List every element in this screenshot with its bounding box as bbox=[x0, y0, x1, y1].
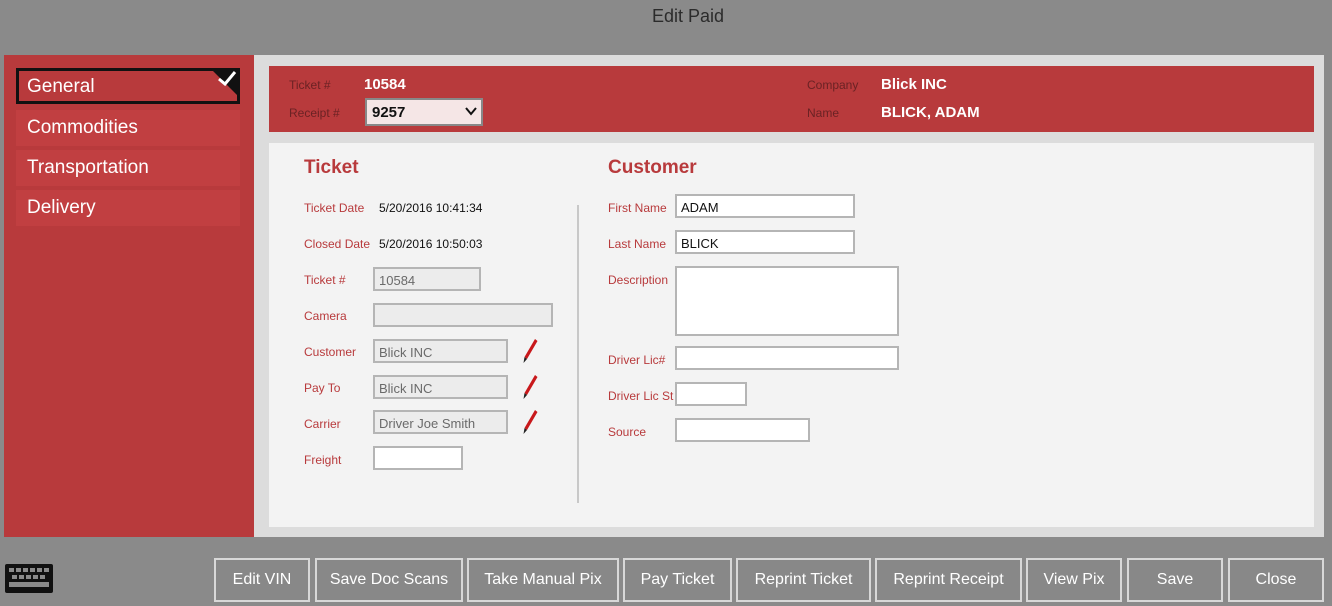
ticket-number-value: 10584 bbox=[364, 76, 406, 93]
closed-date-value: 5/20/2016 10:50:03 bbox=[379, 237, 483, 251]
customer-field: Blick INC bbox=[373, 339, 508, 363]
camera-label: Camera bbox=[304, 309, 347, 323]
reprint-ticket-button[interactable]: Reprint Ticket bbox=[736, 558, 871, 602]
sidebar-item-transportation[interactable]: Transportation bbox=[16, 150, 240, 186]
window-title: Edit Paid bbox=[651, 6, 725, 26]
ticket-header: Ticket # 10584 Receipt # 9257 Company Bl… bbox=[269, 66, 1314, 132]
source-field[interactable] bbox=[675, 418, 810, 442]
keyboard-icon[interactable] bbox=[4, 563, 54, 594]
pay-to-label: Pay To bbox=[304, 381, 341, 395]
details-panel: Ticket Ticket Date 5/20/2016 10:41:34 Cl… bbox=[269, 143, 1314, 527]
sidebar-item-label: Transportation bbox=[27, 157, 149, 178]
reprint-receipt-button[interactable]: Reprint Receipt bbox=[875, 558, 1022, 602]
company-label: Company bbox=[807, 78, 859, 92]
pencil-icon[interactable] bbox=[522, 409, 538, 435]
view-pix-button[interactable]: View Pix bbox=[1026, 558, 1122, 602]
ticket-no-label: Ticket # bbox=[304, 273, 346, 287]
carrier-field: Driver Joe Smith bbox=[373, 410, 508, 434]
name-label: Name bbox=[807, 106, 840, 120]
last-name-field[interactable]: BLICK bbox=[675, 230, 855, 254]
last-name-label: Last Name bbox=[608, 237, 667, 251]
edit-vin-button[interactable]: Edit VIN bbox=[214, 558, 310, 602]
main-panel: Ticket # 10584 Receipt # 9257 Company Bl… bbox=[254, 55, 1324, 537]
camera-field bbox=[373, 303, 553, 327]
sidebar-item-label: General bbox=[27, 76, 95, 97]
sidebar-item-general[interactable]: General bbox=[16, 68, 240, 104]
take-manual-pix-button[interactable]: Take Manual Pix bbox=[467, 558, 619, 602]
chevron-down-icon bbox=[465, 104, 477, 120]
name-value: BLICK, ADAM bbox=[881, 104, 980, 121]
driver-lic-label: Driver Lic# bbox=[608, 353, 666, 367]
ticket-number-label: Ticket # bbox=[289, 78, 331, 92]
ticket-date-value: 5/20/2016 10:41:34 bbox=[379, 201, 483, 215]
ticket-section-title: Ticket bbox=[304, 157, 359, 178]
source-label: Source bbox=[608, 425, 647, 439]
sidebar: General Commodities Transportation Deliv… bbox=[4, 55, 254, 537]
close-button[interactable]: Close bbox=[1228, 558, 1324, 602]
receipt-select-value: 9257 bbox=[372, 104, 406, 121]
save-doc-scans-button[interactable]: Save Doc Scans bbox=[315, 558, 463, 602]
description-field[interactable] bbox=[675, 266, 899, 336]
ticket-date-label: Ticket Date bbox=[304, 201, 365, 215]
customer-label: Customer bbox=[304, 345, 357, 359]
driver-lic-st-field[interactable] bbox=[675, 382, 747, 406]
ticket-no-field: 10584 bbox=[373, 267, 481, 291]
sidebar-item-commodities[interactable]: Commodities bbox=[16, 110, 240, 146]
receipt-number-label: Receipt # bbox=[289, 106, 340, 120]
pencil-icon[interactable] bbox=[522, 374, 538, 400]
freight-field[interactable] bbox=[373, 446, 463, 470]
pay-to-field: Blick INC bbox=[373, 375, 508, 399]
receipt-select[interactable]: 9257 bbox=[365, 98, 483, 126]
save-button[interactable]: Save bbox=[1127, 558, 1223, 602]
section-divider bbox=[577, 205, 579, 503]
customer-section-title: Customer bbox=[608, 157, 697, 178]
first-name-label: First Name bbox=[608, 201, 667, 215]
pencil-icon[interactable] bbox=[522, 338, 538, 364]
check-icon bbox=[210, 68, 240, 98]
carrier-label: Carrier bbox=[304, 417, 341, 431]
driver-lic-field[interactable] bbox=[675, 346, 899, 370]
sidebar-item-label: Commodities bbox=[27, 117, 138, 138]
sidebar-item-delivery[interactable]: Delivery bbox=[16, 190, 240, 226]
first-name-field[interactable]: ADAM bbox=[675, 194, 855, 218]
description-label: Description bbox=[608, 273, 669, 287]
pay-ticket-button[interactable]: Pay Ticket bbox=[623, 558, 732, 602]
sidebar-item-label: Delivery bbox=[27, 197, 96, 218]
driver-lic-st-label: Driver Lic St bbox=[608, 389, 674, 403]
closed-date-label: Closed Date bbox=[304, 237, 371, 251]
company-value: Blick INC bbox=[881, 76, 947, 93]
freight-label: Freight bbox=[304, 453, 342, 467]
